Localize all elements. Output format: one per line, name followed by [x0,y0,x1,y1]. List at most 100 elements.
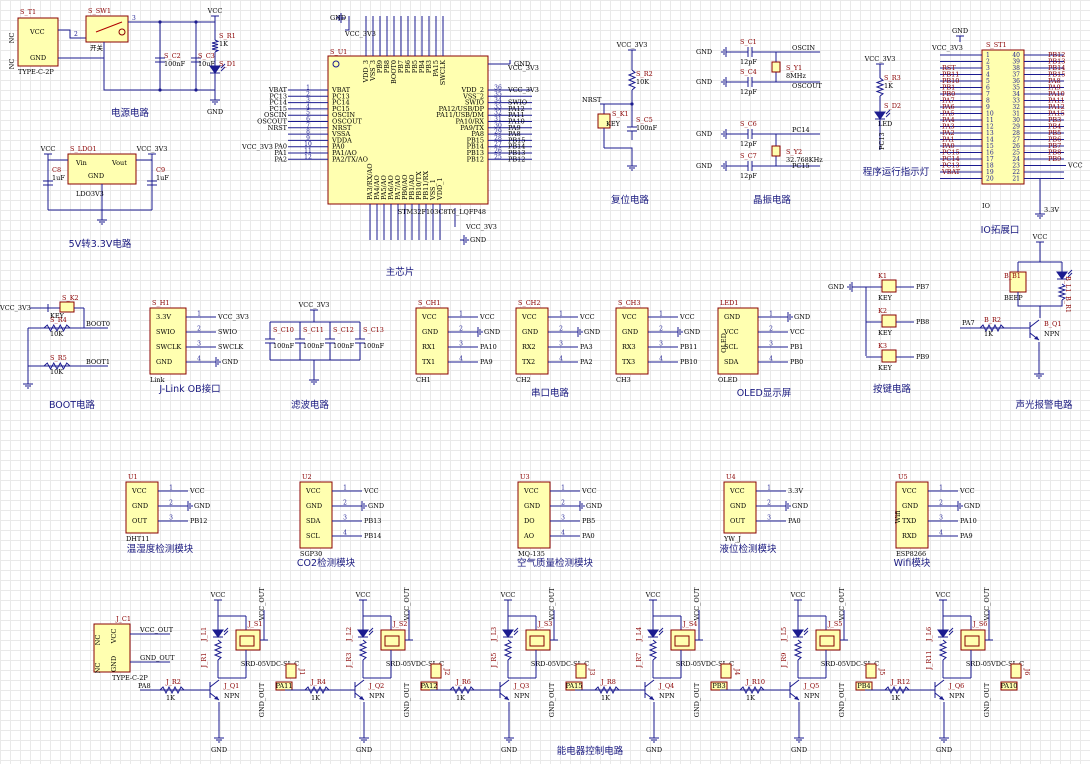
led-diode [357,627,374,638]
pin-number: 3 [767,515,771,522]
pin-name: 3.3V [156,313,171,321]
pin-name: VCC [621,313,637,321]
pin-name: GND [522,328,538,336]
label: GND [30,54,46,62]
ref-designator: S_D2 [884,102,901,110]
pin-number: 25 [494,154,502,161]
pin-name: VCC [421,313,437,321]
pin-name: GND [110,656,118,672]
net-label: PA0 [582,532,595,540]
rail-label: VCC_3V3 [298,301,330,309]
status-led-circuit: VCC_3V3S_R31KS_D2LEDPC13程序运行指示灯 [863,55,930,178]
mcu-chip: S_U1VBAT1VBATPC132PC13PC143PC14PC154PC15… [241,13,539,278]
net-label: VCC [789,328,805,336]
label: 12pF [740,172,757,180]
ref-designator: J_R11 [925,650,933,670]
rail-label: VCC [207,7,223,15]
net-label: GND [684,328,700,336]
label: 8MHz [786,72,806,80]
label: PC15 [792,162,810,170]
ref-designator: C8 [52,166,61,174]
net-label: PB0 [790,358,803,366]
rail-label: VCC [210,591,226,599]
sensor-module-1: U1 VCC 1 VCC GND 2 GND OUT 3 PB12 DHT11 [125,473,210,543]
pin-number: 3 [659,341,663,348]
wire [793,639,803,661]
power-circuit: S_T1VCCGNDNCNCTYPE-C-2P2S_SW1开关3VCCS_C21… [8,7,236,119]
ground-symbol [504,734,514,743]
label: NPN [804,692,820,700]
net-label: GND_OUT [403,682,411,717]
label: GND [828,283,844,291]
ref-designator: S_R5 [50,354,67,362]
ref-designator: S_ST1 [986,41,1007,49]
net-label: PB3 [712,682,725,690]
ref-designator: J_R1 [200,653,208,669]
caption-level: 液位检测模块 [719,543,777,555]
pin-number: 1 [197,311,201,318]
output-terminal [430,663,442,679]
ref-designator: S_C4 [740,68,757,76]
ref-designator: J_L4 [635,627,643,642]
label: 12pF [740,88,757,96]
ref-designator: J_L2 [345,627,353,642]
npn-transistor [354,679,365,701]
rail-label: VCC [1032,233,1048,241]
net-label: VBAT [941,168,961,176]
part-label: 开关 [90,43,104,52]
output-terminal [720,663,732,679]
module-part-label: YW_J [723,535,741,543]
filter-circuit: VCC_3V3 S_C10 100nF S_C11 100nF S_C12 100nF S_C… [265,301,385,411]
pin-name: GND [422,328,438,336]
ground-symbol [23,380,33,389]
ref-designator: B_Q1 [1044,320,1062,328]
pin-name: VCC [305,487,321,495]
ref-designator: B_R2 [984,316,1001,324]
net-label: VCC_OUT [258,587,266,622]
module-part-label: OLED [718,376,738,384]
ref-designator: K3 [878,342,887,350]
output-terminal [865,663,877,679]
net-label: VCC_OUT [693,587,701,622]
label: GND_OUT [140,654,175,662]
ref-designator: S_K1 [612,110,629,118]
rail-label: VCC_3V3 [136,145,168,153]
crystal-body [771,145,781,157]
ref-designator: S_U1 [330,48,347,56]
rail-label: VCC_3V3 [864,55,896,63]
net-label: VCC [579,313,595,321]
pin-number: 3 [561,515,565,522]
label: VCC_3V3 [344,30,376,38]
label: GND [696,130,712,138]
oled-module: LED1GND 1 GNDVCC 2 VCCSCL 3 PB1SDA 4 PB0OLEDOLED [717,299,810,384]
ground-symbol [214,734,224,743]
net-label: GND_OUT [693,682,701,717]
relay-channel-1: VCCJ_L1J_R1J_S1VCC_OUTSRD-05VDC-SL-CJ1GN… [138,587,306,754]
sensor-module-3: U3 VCC 1 VCC GND 2 GND DO 3 PB5 AO 4 PA0 MQ-135 [517,473,602,558]
wire [789,679,800,688]
ref-designator: J3 [588,668,596,676]
caption-air: 空气质量检测模块 [517,557,594,569]
ground-symbol [358,501,367,511]
net-label: GND [584,328,600,336]
ground-symbol [939,734,949,743]
pin-name: VCC [110,629,118,645]
label: VCC_3V3 [465,223,497,231]
net-label: PA9 [960,532,973,540]
pin-number: 4 [343,530,347,537]
caption-alarm: 声光报警电路 [1015,399,1073,411]
relay-channel-2: VCCJ_L2J_R3J_S2VCC_OUTSRD-05VDC-SL-CJ2GN… [285,587,451,754]
net-label: GND [222,358,238,366]
ref-designator: J_Q6 [948,682,964,690]
pin-number: 1 [939,485,943,492]
label: KEY [878,329,893,337]
ground-symbol [474,327,483,337]
pin-name: GND [902,502,918,510]
label: 100nF [636,124,658,132]
caption-keys: 按键电路 [873,383,912,395]
ref-designator: S_R3 [884,74,901,82]
label: 1K [884,82,893,90]
caption-temp: 温湿度检测模块 [127,543,194,555]
ref-designator: S_Y1 [786,64,802,72]
ref-designator: S_R2 [636,70,653,78]
